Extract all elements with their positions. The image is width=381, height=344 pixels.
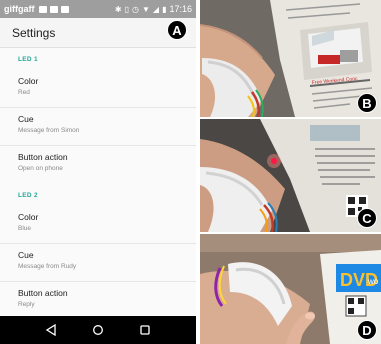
pref-summary: Open on phone [18, 165, 63, 172]
photo-panel-b: Free Weekend Conc [200, 0, 381, 117]
pref-led2-cue[interactable]: Cue Message from Rudy [0, 244, 196, 282]
carrier-name: giffgaff [4, 4, 35, 14]
pref-summary: Message from Simon [18, 127, 80, 134]
panel-label-b: B [357, 93, 377, 113]
pref-summary: Blue [18, 225, 32, 232]
magazine-subtitle: wo [367, 277, 379, 286]
vibrate-icon: ▯ [124, 4, 129, 14]
back-icon[interactable] [44, 323, 58, 337]
status-icons: ✱ ▯ ◷ ▼ ◢ ▮ 17:16 [115, 4, 192, 14]
pref-led1-cue[interactable]: Cue Message from Simon [0, 108, 196, 146]
pref-title: Color [18, 212, 39, 222]
panel-label-d: D [357, 320, 377, 340]
pref-title: Color [18, 76, 39, 86]
clock: 17:16 [169, 4, 192, 14]
signal-icon: ◢ [152, 4, 160, 14]
home-icon[interactable] [91, 323, 105, 337]
page-title: Settings [12, 25, 56, 40]
settings-list: LED 1 Color Red Cue Message from Simon B… [0, 48, 196, 320]
phone-screenshot: giffgaff ✱ ▯ ◷ ▼ ◢ ▮ 17:16 Settings LED … [0, 0, 196, 344]
bluetooth-icon: ✱ [114, 4, 122, 14]
notification-icons [38, 5, 69, 13]
pref-title: Cue [18, 250, 34, 260]
panel-label-c: C [357, 208, 377, 228]
nav-bar [0, 316, 196, 344]
notification-icon [60, 5, 69, 13]
pref-led1-color[interactable]: Color Red [0, 70, 196, 108]
notification-icon [38, 5, 47, 13]
recents-icon[interactable] [138, 323, 152, 337]
pref-summary: Message from Rudy [18, 263, 77, 270]
pref-led2-button-action[interactable]: Button action Reply [0, 282, 196, 320]
section-header-led-2: LED 2 [18, 192, 38, 199]
pref-led1-button-action[interactable]: Button action Open on phone [0, 146, 196, 184]
pref-title: Cue [18, 114, 34, 124]
section-header-led-1: LED 1 [18, 56, 38, 63]
pref-title: Button action [18, 288, 68, 298]
wifi-icon: ▼ [141, 4, 150, 14]
panel-label-a: A [167, 20, 187, 40]
photo-panel-d: DVD wo [200, 234, 381, 344]
battery-icon: ▮ [162, 4, 167, 14]
photo-panel-c [200, 119, 381, 232]
pref-led2-color[interactable]: Color Blue [0, 206, 196, 244]
pref-summary: Red [18, 89, 30, 96]
alarm-icon: ◷ [132, 4, 139, 14]
pref-summary: Reply [18, 301, 35, 308]
notification-icon [49, 5, 58, 13]
pref-title: Button action [18, 152, 68, 162]
status-bar: giffgaff ✱ ▯ ◷ ▼ ◢ ▮ 17:16 [0, 0, 196, 18]
